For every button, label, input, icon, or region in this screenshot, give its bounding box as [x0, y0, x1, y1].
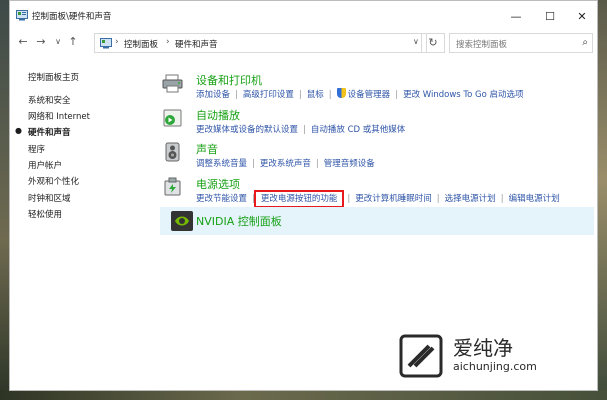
power-icon: [164, 177, 181, 196]
sidebar-item-home[interactable]: 控制面板主页: [28, 71, 79, 83]
link-change-power-button[interactable]: 更改电源按钮的功能: [253, 190, 345, 208]
close-button[interactable]: ✕: [564, 1, 597, 31]
link-autoplay-cd[interactable]: 自动播放 CD 或其他媒体: [311, 125, 405, 135]
brand-name: 爱纯净: [453, 336, 513, 360]
window-title: 控制面板\硬件和声音: [32, 12, 112, 22]
link-change-sleep-time[interactable]: 更改计算机睡眠时间: [355, 194, 432, 204]
breadcrumb-control-panel[interactable]: 控制面板: [124, 38, 158, 50]
watermark: 爱纯净 aichunjing.com: [399, 332, 589, 382]
link-manage-audio-devices[interactable]: 管理音频设备: [324, 159, 375, 169]
navigation-bar: ← → ∨ ↑ › 控制面板 › 硬件和声音 ∨ ↻ 搜索控制面板 ⌕: [10, 31, 597, 55]
autoplay-icon: [163, 109, 182, 127]
breadcrumb-hardware-sound[interactable]: 硬件和声音: [175, 38, 218, 50]
nvidia-title[interactable]: NVIDIA 控制面板: [196, 213, 282, 229]
link-mouse[interactable]: 鼠标: [307, 90, 324, 100]
category-title[interactable]: 电源选项: [196, 176, 240, 192]
control-panel-window: 控制面板\硬件和声音 — ☐ ✕ ← → ∨ ↑ › 控制面板 › 硬件和声音 …: [9, 0, 598, 391]
shield-icon: [336, 88, 346, 98]
sidebar-item-appearance[interactable]: 外观和个性化: [28, 175, 79, 187]
sidebar-item-network[interactable]: 网络和 Internet: [28, 110, 90, 122]
link-device-manager[interactable]: 设备管理器: [348, 90, 391, 100]
link-choose-power-plan[interactable]: 选择电源计划: [445, 194, 496, 204]
breadcrumb-separator: ›: [115, 37, 119, 47]
address-bar[interactable]: › 控制面板 › 硬件和声音 ∨: [94, 33, 427, 53]
forward-icon[interactable]: →: [34, 34, 48, 50]
category-links: 调整系统音量 | 更改系统声音 | 管理音频设备: [196, 159, 375, 169]
maximize-button[interactable]: ☐: [532, 1, 568, 31]
printer-icon: [162, 74, 183, 93]
category-title[interactable]: 自动播放: [196, 107, 240, 123]
brand-url: aichunjing.com: [453, 360, 537, 373]
speaker-icon: [165, 142, 180, 162]
nvidia-control-panel-row[interactable]: NVIDIA 控制面板: [160, 207, 594, 235]
search-icon[interactable]: ⌕: [582, 37, 588, 48]
breadcrumb-separator: ›: [166, 37, 170, 47]
category-links: 添加设备 | 高级打印设置 | 鼠标 | 设备管理器 | 更改 Windows To Go 启动…: [196, 88, 524, 100]
minimize-button[interactable]: —: [498, 1, 534, 31]
sidebar-item-programs[interactable]: 程序: [28, 143, 45, 155]
nvidia-icon: [171, 211, 193, 231]
link-advanced-print-settings[interactable]: 高级打印设置: [243, 90, 294, 100]
sidebar-item-hardware-sound[interactable]: 硬件和声音: [28, 126, 71, 138]
link-change-default-media[interactable]: 更改媒体或设备的默认设置: [196, 125, 298, 135]
sidebar-item-system-security[interactable]: 系统和安全: [28, 94, 71, 106]
link-adjust-volume[interactable]: 调整系统音量: [196, 159, 247, 169]
desktop-background-bottom: [0, 390, 607, 400]
search-box[interactable]: 搜索控制面板 ⌕: [449, 33, 593, 53]
link-windows-to-go[interactable]: 更改 Windows To Go 启动选项: [403, 90, 524, 100]
category-links: 更改节能设置 | 更改电源按钮的功能 | 更改计算机睡眠时间 | 选择电源计划 | 编辑电源计划: [196, 190, 560, 208]
control-panel-icon: [16, 10, 28, 21]
sidebar-item-user-accounts[interactable]: 用户帐户: [28, 159, 62, 171]
link-change-power-saving[interactable]: 更改节能设置: [196, 194, 247, 204]
sidebar: 控制面板主页 系统和安全 网络和 Internet ● 硬件和声音 程序 用户帐…: [10, 55, 160, 390]
recent-locations-icon[interactable]: ∨: [51, 34, 65, 50]
category-title[interactable]: 声音: [196, 141, 218, 157]
sidebar-item-clock-region[interactable]: 时钟和区域: [28, 192, 71, 204]
link-change-system-sounds[interactable]: 更改系统声音: [260, 159, 311, 169]
address-dropdown-icon[interactable]: ∨: [413, 37, 419, 46]
back-icon[interactable]: ←: [16, 34, 30, 50]
active-bullet-icon: ●: [15, 126, 22, 135]
brand-logo-icon: [399, 334, 443, 378]
control-panel-icon: [100, 38, 112, 49]
refresh-button[interactable]: ↻: [421, 33, 445, 53]
title-bar: 控制面板\硬件和声音 — ☐ ✕: [10, 1, 597, 31]
link-edit-power-plan[interactable]: 编辑电源计划: [509, 194, 560, 204]
search-input[interactable]: 搜索控制面板: [456, 38, 507, 50]
link-add-device[interactable]: 添加设备: [196, 90, 230, 100]
desktop-background-right: [598, 0, 607, 400]
up-icon[interactable]: ↑: [66, 34, 80, 50]
sidebar-item-ease-of-access[interactable]: 轻松使用: [28, 208, 62, 220]
category-links: 更改媒体或设备的默认设置 | 自动播放 CD 或其他媒体: [196, 125, 406, 135]
category-title[interactable]: 设备和打印机: [196, 72, 262, 88]
